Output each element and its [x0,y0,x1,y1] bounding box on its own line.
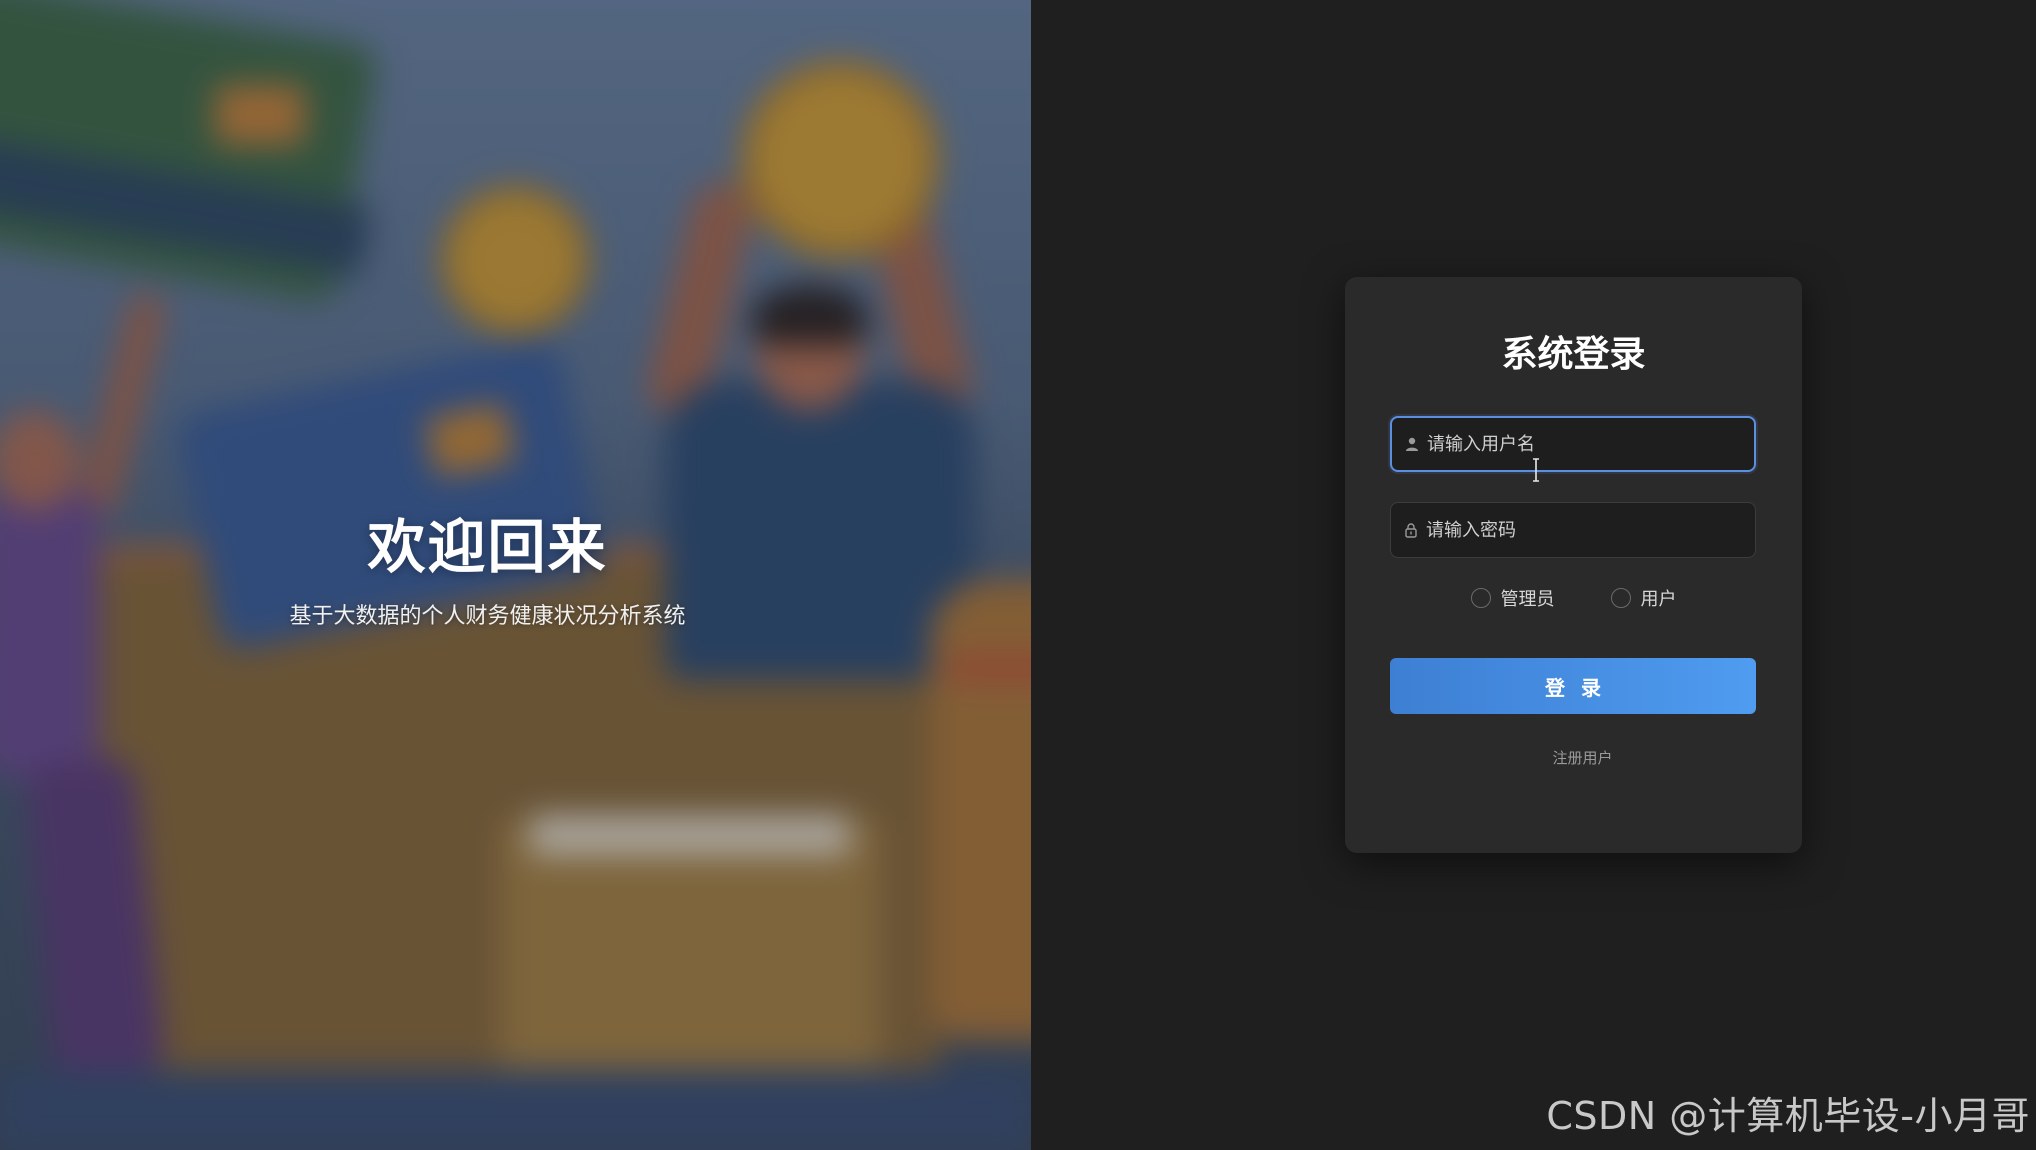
role-radio-user[interactable]: 用户 [1610,585,1677,611]
role-label-user: 用户 [1640,589,1677,610]
username-field[interactable] [1390,416,1756,482]
login-title: 系统登录 [1501,334,1646,375]
hero-panel: 欢迎回来 基于大数据的个人财务健康状况分析系统 [0,0,1031,1150]
hero-title: 欢迎回来 [367,513,608,581]
login-card: 系统登录 请输入用户名 管理员 用户 登录 注册用户 [1345,277,1802,853]
login-page: 欢迎回来 基于大数据的个人财务健康状况分析系统 系统登录 请输入用户名 管理员 … [0,0,2036,1150]
radio-circle-icon[interactable] [1610,588,1631,608]
lock-icon [1402,521,1420,539]
text-cursor-icon [1533,458,1539,482]
password-field[interactable] [1390,502,1756,558]
radio-circle-icon[interactable] [1470,588,1491,608]
role-label-admin: 管理员 [1500,589,1555,610]
password-input[interactable] [1426,503,1755,557]
hero-subtitle: 基于大数据的个人财务健康状况分析系统 [289,604,686,629]
login-button[interactable]: 登录 [1390,658,1756,714]
role-radio-admin[interactable]: 管理员 [1470,585,1555,611]
username-input[interactable] [1427,418,1754,470]
register-link[interactable]: 注册用户 [1345,747,1820,768]
role-radio-group: 管理员 用户 [1345,585,1802,611]
watermark: CSDN @计算机毕设-小月哥 [1546,1094,2030,1138]
user-icon [1403,435,1421,453]
